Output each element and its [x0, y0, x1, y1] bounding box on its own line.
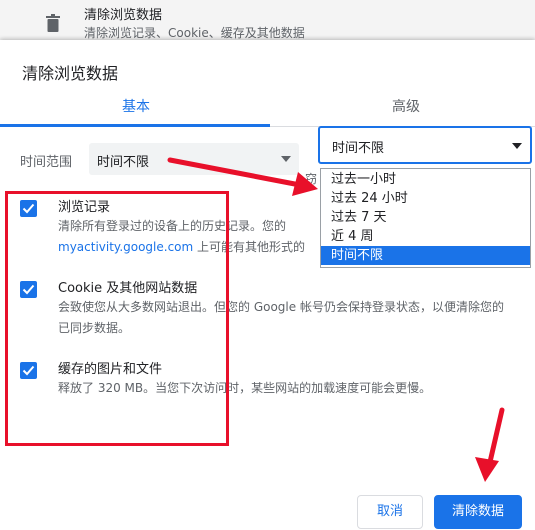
annotation-arrow-icon — [167, 157, 318, 196]
annotation-arrows — [167, 157, 505, 482]
annotation-arrow-icon — [475, 407, 505, 482]
